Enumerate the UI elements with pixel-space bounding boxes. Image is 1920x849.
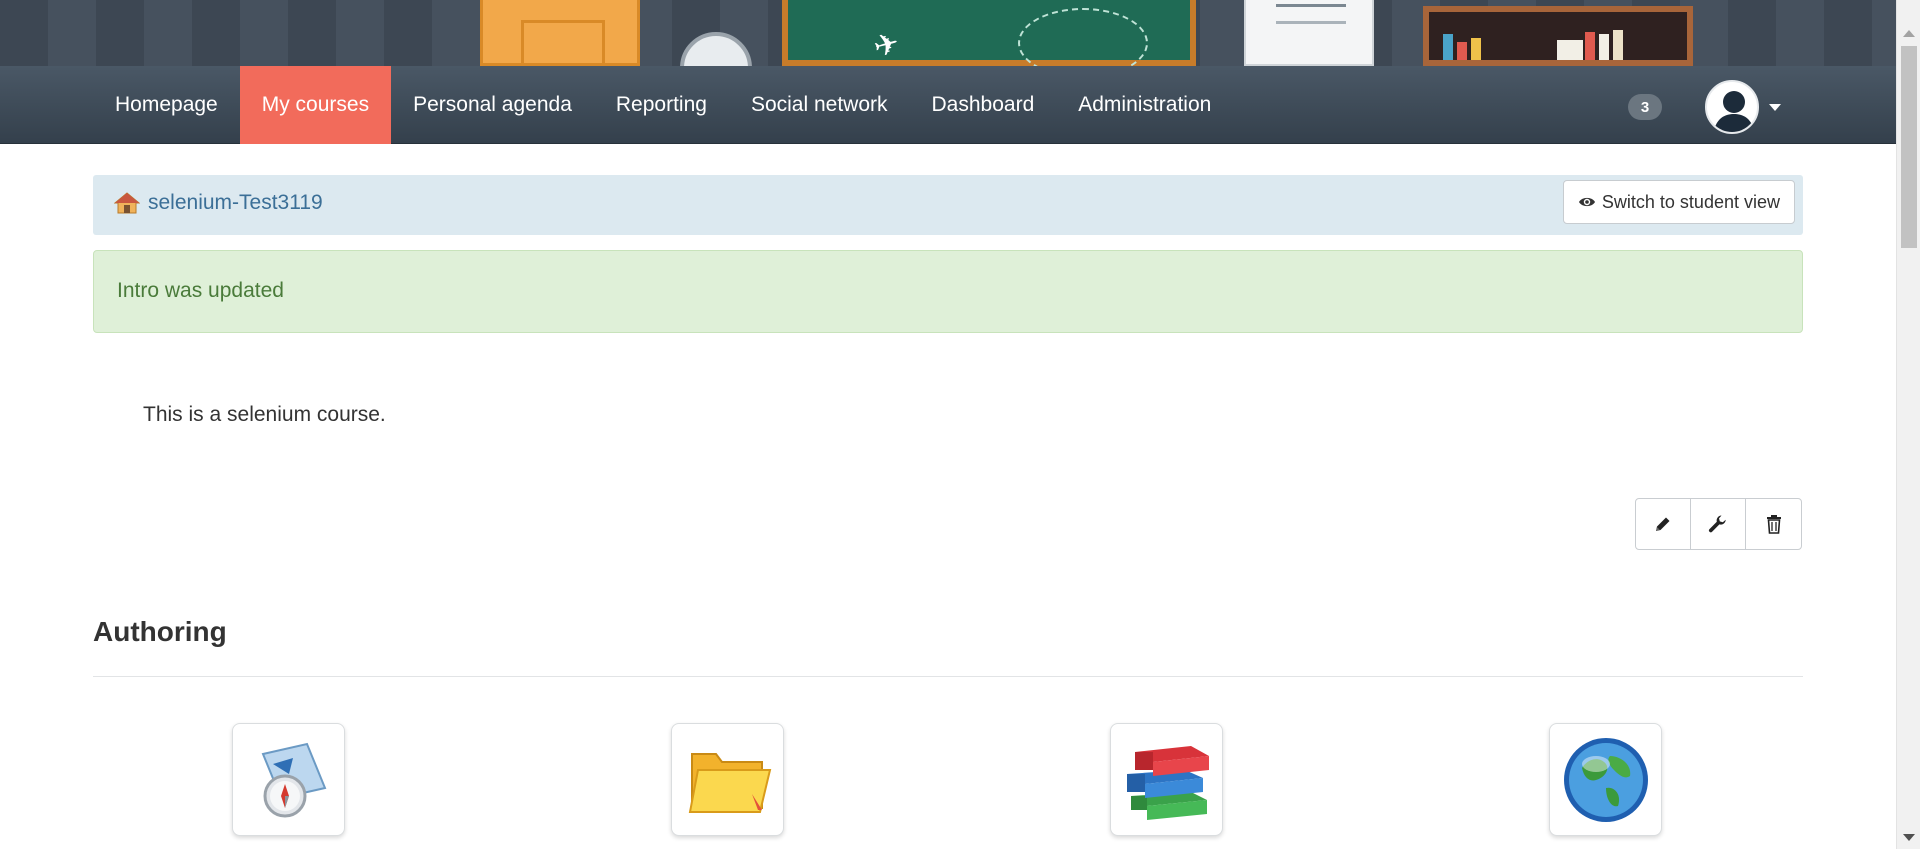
- course-intro-text: This is a selenium course.: [143, 403, 386, 426]
- banner-bookshelf-illustration: [1423, 6, 1693, 66]
- switch-to-student-view-label: Switch to student view: [1601, 191, 1780, 212]
- edit-intro-button[interactable]: [1636, 499, 1691, 549]
- book-shape: [1585, 32, 1595, 60]
- nav-social-network[interactable]: Social network: [729, 66, 910, 144]
- nav-reporting[interactable]: Reporting: [594, 66, 729, 144]
- notification-badge[interactable]: 3: [1628, 94, 1662, 120]
- course-description-icon: [261, 742, 326, 817]
- nav-administration[interactable]: Administration: [1056, 66, 1233, 144]
- nav-menu: Homepage My courses Personal agenda Repo…: [93, 66, 1233, 144]
- intro-actions-group: [1635, 498, 1802, 550]
- books-icon: [1126, 745, 1209, 820]
- book-shape: [1443, 34, 1453, 60]
- tool-learning-path[interactable]: [1110, 723, 1223, 836]
- banner-chalkboard-illustration: ✈: [782, 0, 1196, 66]
- scroll-up-arrow-icon[interactable]: [1903, 30, 1915, 37]
- success-alert: Intro was updated: [93, 250, 1803, 333]
- folder-icon: [688, 752, 771, 813]
- wrench-icon: [1708, 515, 1726, 533]
- configure-intro-button[interactable]: [1691, 499, 1746, 549]
- banner-plane-trail: [1018, 8, 1148, 66]
- book-shape: [1613, 30, 1623, 60]
- tool-course-description[interactable]: [232, 723, 345, 836]
- pencil-icon: [1656, 517, 1670, 531]
- user-silhouette-icon: [1713, 91, 1755, 132]
- breadcrumb-course-link[interactable]: selenium-Test3119: [114, 191, 323, 215]
- scrollbar-thumb[interactable]: [1901, 46, 1917, 248]
- banner-clock-illustration: [680, 32, 752, 66]
- home-icon: [114, 192, 140, 214]
- paper-plane-icon: ✈: [869, 25, 904, 66]
- alert-message: Intro was updated: [117, 279, 284, 302]
- nav-my-courses[interactable]: My courses: [239, 66, 392, 144]
- book-shape: [1599, 34, 1609, 60]
- breadcrumb: selenium-Test3119 Switch to student view: [93, 175, 1803, 235]
- eye-icon: [1578, 197, 1595, 207]
- book-shape: [1457, 42, 1467, 60]
- delete-intro-button[interactable]: [1746, 499, 1801, 549]
- section-title-authoring: Authoring: [93, 616, 227, 647]
- section-divider: [93, 676, 1803, 677]
- nav-personal-agenda[interactable]: Personal agenda: [391, 66, 594, 144]
- book-shape: [1471, 38, 1481, 60]
- banner-door-illustration: [480, 0, 640, 66]
- page-scrollbar[interactable]: [1896, 0, 1920, 849]
- main-navbar: Homepage My courses Personal agenda Repo…: [0, 66, 1896, 144]
- avatar[interactable]: [1705, 80, 1759, 134]
- course-name: selenium-Test3119: [148, 191, 323, 214]
- tool-documents[interactable]: [671, 723, 784, 836]
- trash-icon: [1766, 515, 1781, 534]
- nav-homepage[interactable]: Homepage: [93, 66, 240, 144]
- header-banner: ✈: [0, 0, 1896, 66]
- tool-links[interactable]: [1549, 723, 1662, 836]
- globe-icon: [1563, 737, 1648, 822]
- nav-dashboard[interactable]: Dashboard: [910, 66, 1057, 144]
- user-menu[interactable]: [1705, 80, 1781, 134]
- switch-to-student-view-button[interactable]: Switch to student view: [1562, 180, 1795, 224]
- book-shape: [1557, 40, 1583, 60]
- chevron-down-icon[interactable]: [1769, 103, 1781, 111]
- scroll-down-arrow-icon[interactable]: [1903, 834, 1915, 841]
- banner-paper-illustration: [1244, 0, 1374, 66]
